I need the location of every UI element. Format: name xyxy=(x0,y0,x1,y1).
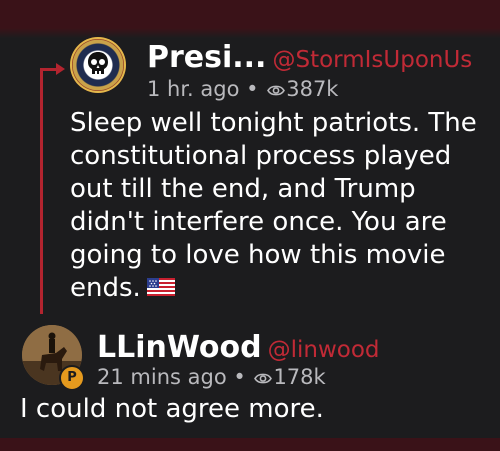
views-eye-icon xyxy=(254,373,273,384)
views-eye-icon xyxy=(267,85,286,96)
reply-handle[interactable]: @linwood xyxy=(268,337,380,363)
meta-separator: • xyxy=(246,77,259,101)
meta-separator: • xyxy=(233,365,246,389)
original-post-name-row: Presi... @StormIsUponUs xyxy=(147,40,472,75)
original-post-avatar[interactable] xyxy=(70,37,126,93)
top-bar-fade xyxy=(0,28,500,38)
original-post-meta: 1 hr. ago • 387k xyxy=(147,77,338,101)
thread-arrow-icon xyxy=(56,63,65,75)
reply-meta: 21 mins ago • 178k xyxy=(97,365,326,389)
reply-body: I could not agree more. xyxy=(20,394,324,424)
us-flag-icon xyxy=(146,278,175,296)
reply-name-row: LLinWood @linwood xyxy=(97,330,380,365)
skull-icon xyxy=(88,52,108,74)
verified-badge: P xyxy=(59,365,85,391)
thread-line xyxy=(40,70,43,314)
original-post-handle[interactable]: @StormIsUponUs xyxy=(272,47,472,73)
original-post-time[interactable]: 1 hr. ago xyxy=(147,77,239,101)
original-post-text: Sleep well tonight patriots. The constit… xyxy=(70,108,477,303)
reply-views: 178k xyxy=(273,365,326,389)
original-post-display-name[interactable]: Presi... xyxy=(147,40,266,75)
original-post-body: Sleep well tonight patriots. The constit… xyxy=(70,107,490,305)
reply-display-name[interactable]: LLinWood xyxy=(97,330,262,365)
bottom-bar xyxy=(0,438,500,451)
original-post-views: 387k xyxy=(286,77,339,101)
reply-time[interactable]: 21 mins ago xyxy=(97,365,227,389)
